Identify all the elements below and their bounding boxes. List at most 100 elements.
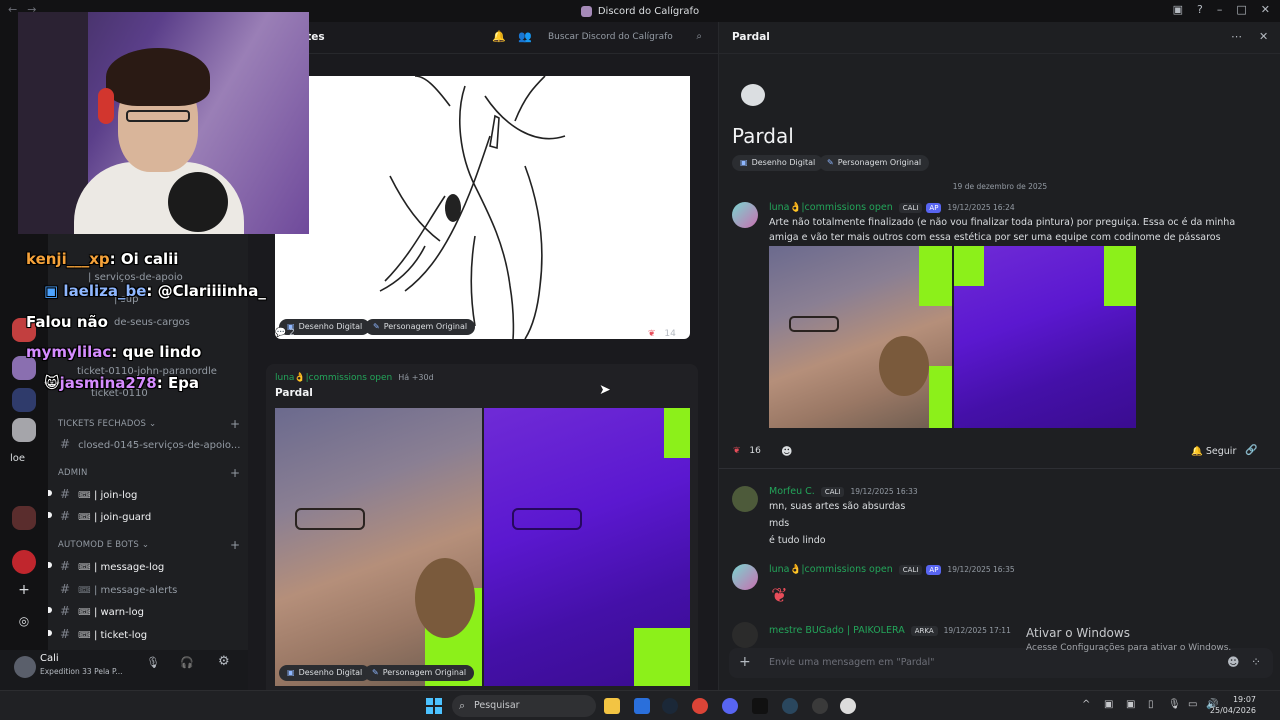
server-icon[interactable]: [12, 550, 36, 574]
tag-desenho-digital[interactable]: ▣ Desenho Digital: [732, 155, 824, 171]
add-channel-icon[interactable]: +: [230, 466, 240, 480]
post-image-sketch[interactable]: ▣ Desenho Digital ✎ Personagem Original: [275, 76, 690, 339]
author-name[interactable]: luna👌|commissions open: [769, 202, 893, 213]
help-icon[interactable]: ?: [1197, 3, 1203, 16]
thread-title: Pardal: [732, 124, 794, 148]
thread-bubble-icon: [741, 84, 765, 106]
back-arrow-icon[interactable]: ←: [8, 3, 17, 16]
discover-icon[interactable]: ◎: [12, 614, 36, 638]
avatar[interactable]: [732, 622, 758, 648]
chat-message: : que lindo: [111, 343, 202, 361]
post-image-right[interactable]: [484, 408, 690, 686]
follow-button[interactable]: 🔔 Seguir: [1191, 446, 1236, 457]
mouse-cursor-icon: ➤: [599, 382, 611, 398]
post-title[interactable]: Pardal: [275, 387, 313, 399]
reaction-count[interactable]: ❦ 14: [648, 329, 676, 339]
channel-item[interactable]: # closed-0145-serviços-de-apoio...: [60, 437, 240, 451]
channel-item[interactable]: # 🎟 | ticket-log: [48, 627, 147, 641]
avatar[interactable]: [732, 486, 758, 512]
app-icon[interactable]: [840, 698, 856, 714]
emoji-icon[interactable]: ☻: [1227, 655, 1240, 669]
author-name[interactable]: Morfeu C.: [769, 486, 815, 497]
sparrow-shape: [879, 336, 929, 396]
link-icon[interactable]: 🔗: [1245, 445, 1257, 456]
pencil-icon: ✎: [827, 158, 834, 167]
category-automod[interactable]: AUTOMOD E BOTS ⌄ +: [58, 538, 240, 552]
tag-personagem-original[interactable]: ✎ Personagem Original: [819, 155, 930, 171]
attach-plus-icon[interactable]: +: [739, 654, 751, 670]
message-image-left[interactable]: [769, 246, 952, 428]
tray-chevron-icon[interactable]: ^: [1082, 699, 1090, 710]
tray-app-icon[interactable]: ▣: [1104, 699, 1113, 710]
author-name[interactable]: mestre BUGado | PAIKOLERA: [769, 625, 905, 636]
search-input[interactable]: Buscar Discord do Calígrafo ⌕: [540, 28, 708, 48]
add-channel-icon[interactable]: +: [230, 538, 240, 552]
battery-icon[interactable]: ▯: [1148, 699, 1154, 710]
server-icon[interactable]: [12, 388, 36, 412]
unread-indicator: [48, 630, 52, 636]
server-icon[interactable]: [12, 506, 36, 530]
apps-icon[interactable]: ⁘: [1251, 655, 1261, 669]
microphone-icon[interactable]: 🎙: [1168, 699, 1181, 710]
close-thread-icon[interactable]: ✕: [1259, 30, 1268, 43]
taskbar-clock[interactable]: 19:07 25/04/2026: [1210, 694, 1256, 716]
server-icon[interactable]: [12, 418, 36, 442]
channel-item[interactable]: # 🎟 | warn-log: [48, 604, 144, 618]
category-label: ADMIN: [58, 468, 88, 478]
bell-icon[interactable]: 🔔: [492, 30, 506, 43]
stream-chat-line: Falou não: [26, 313, 108, 331]
chrome-icon[interactable]: [692, 698, 708, 714]
comment-count[interactable]: 💬 2: [275, 328, 295, 338]
channel-item[interactable]: # 🎟 | join-log: [48, 487, 137, 501]
post-author[interactable]: luna👌|commissions open Há +30d: [275, 373, 434, 383]
channel-item[interactable]: # 🎟 | join-guard: [48, 509, 151, 523]
follow-label: Seguir: [1205, 446, 1237, 457]
avatar[interactable]: [14, 656, 36, 678]
stream-chat-line: 😸jasmina278: Epa: [44, 374, 199, 392]
add-reaction-icon[interactable]: ☻: [781, 445, 792, 458]
store-icon[interactable]: [634, 698, 650, 714]
author-name[interactable]: luna👌|commissions open: [769, 564, 893, 575]
steam-icon[interactable]: [662, 698, 678, 714]
taskbar-search[interactable]: ⌕ Pesquisar: [452, 695, 596, 717]
avatar[interactable]: [732, 202, 758, 228]
add-server-icon[interactable]: +: [12, 582, 36, 606]
maximize-button[interactable]: □: [1236, 3, 1246, 16]
more-options-icon[interactable]: ⋯: [1231, 30, 1242, 43]
tag-personagem-original[interactable]: ✎ Personagem Original: [365, 319, 476, 335]
terminal-icon[interactable]: [752, 698, 768, 714]
category-tickets-fechados[interactable]: TICKETS FECHADOS ⌄ +: [58, 417, 240, 431]
microphone-icon[interactable]: 🎙: [146, 656, 160, 669]
file-explorer-icon[interactable]: [604, 698, 620, 714]
message-image-right[interactable]: [954, 246, 1136, 428]
reaction-chip[interactable]: ❦ 16: [733, 446, 761, 456]
headphones-icon[interactable]: 🎧: [180, 656, 194, 669]
steam-client-icon[interactable]: [782, 698, 798, 714]
add-channel-icon[interactable]: +: [230, 417, 240, 431]
message-text: mds: [769, 518, 790, 529]
settings-gear-icon[interactable]: ⚙: [218, 654, 230, 669]
inbox-icon[interactable]: ▣: [1173, 3, 1183, 16]
post-image-left[interactable]: [275, 408, 482, 686]
channel-item[interactable]: # 🎟 | message-alerts: [60, 582, 177, 596]
channel-item[interactable]: de-seus-cargos: [114, 317, 190, 328]
network-icon[interactable]: ▭: [1188, 699, 1197, 710]
category-admin[interactable]: ADMIN +: [58, 466, 240, 480]
sticker-icon[interactable]: ❦: [771, 583, 788, 607]
bell-icon: 🔔: [1191, 446, 1203, 457]
close-button[interactable]: ✕: [1261, 3, 1270, 16]
tag-personagem-original[interactable]: ✎ Personagem Original: [364, 665, 475, 681]
tray-app-icon[interactable]: ▣: [1126, 699, 1135, 710]
window-controls: ▣ ? – □ ✕: [1173, 3, 1270, 16]
timestamp: 19/12/2025 16:33: [850, 487, 918, 496]
minimize-button[interactable]: –: [1217, 3, 1223, 16]
obs-icon[interactable]: [812, 698, 828, 714]
channel-item[interactable]: # 🎟 | message-log: [48, 559, 164, 573]
message-header: mestre BUGado | PAIKOLERA ARKA 19/12/2025 …: [769, 625, 1011, 636]
tag-desenho-digital[interactable]: ▣ Desenho Digital: [279, 665, 371, 681]
windows-start-icon[interactable]: [426, 698, 442, 714]
members-icon[interactable]: 👥: [518, 30, 532, 43]
discord-icon[interactable]: [722, 698, 738, 714]
server-label[interactable]: loe: [10, 453, 25, 464]
avatar[interactable]: [732, 564, 758, 590]
